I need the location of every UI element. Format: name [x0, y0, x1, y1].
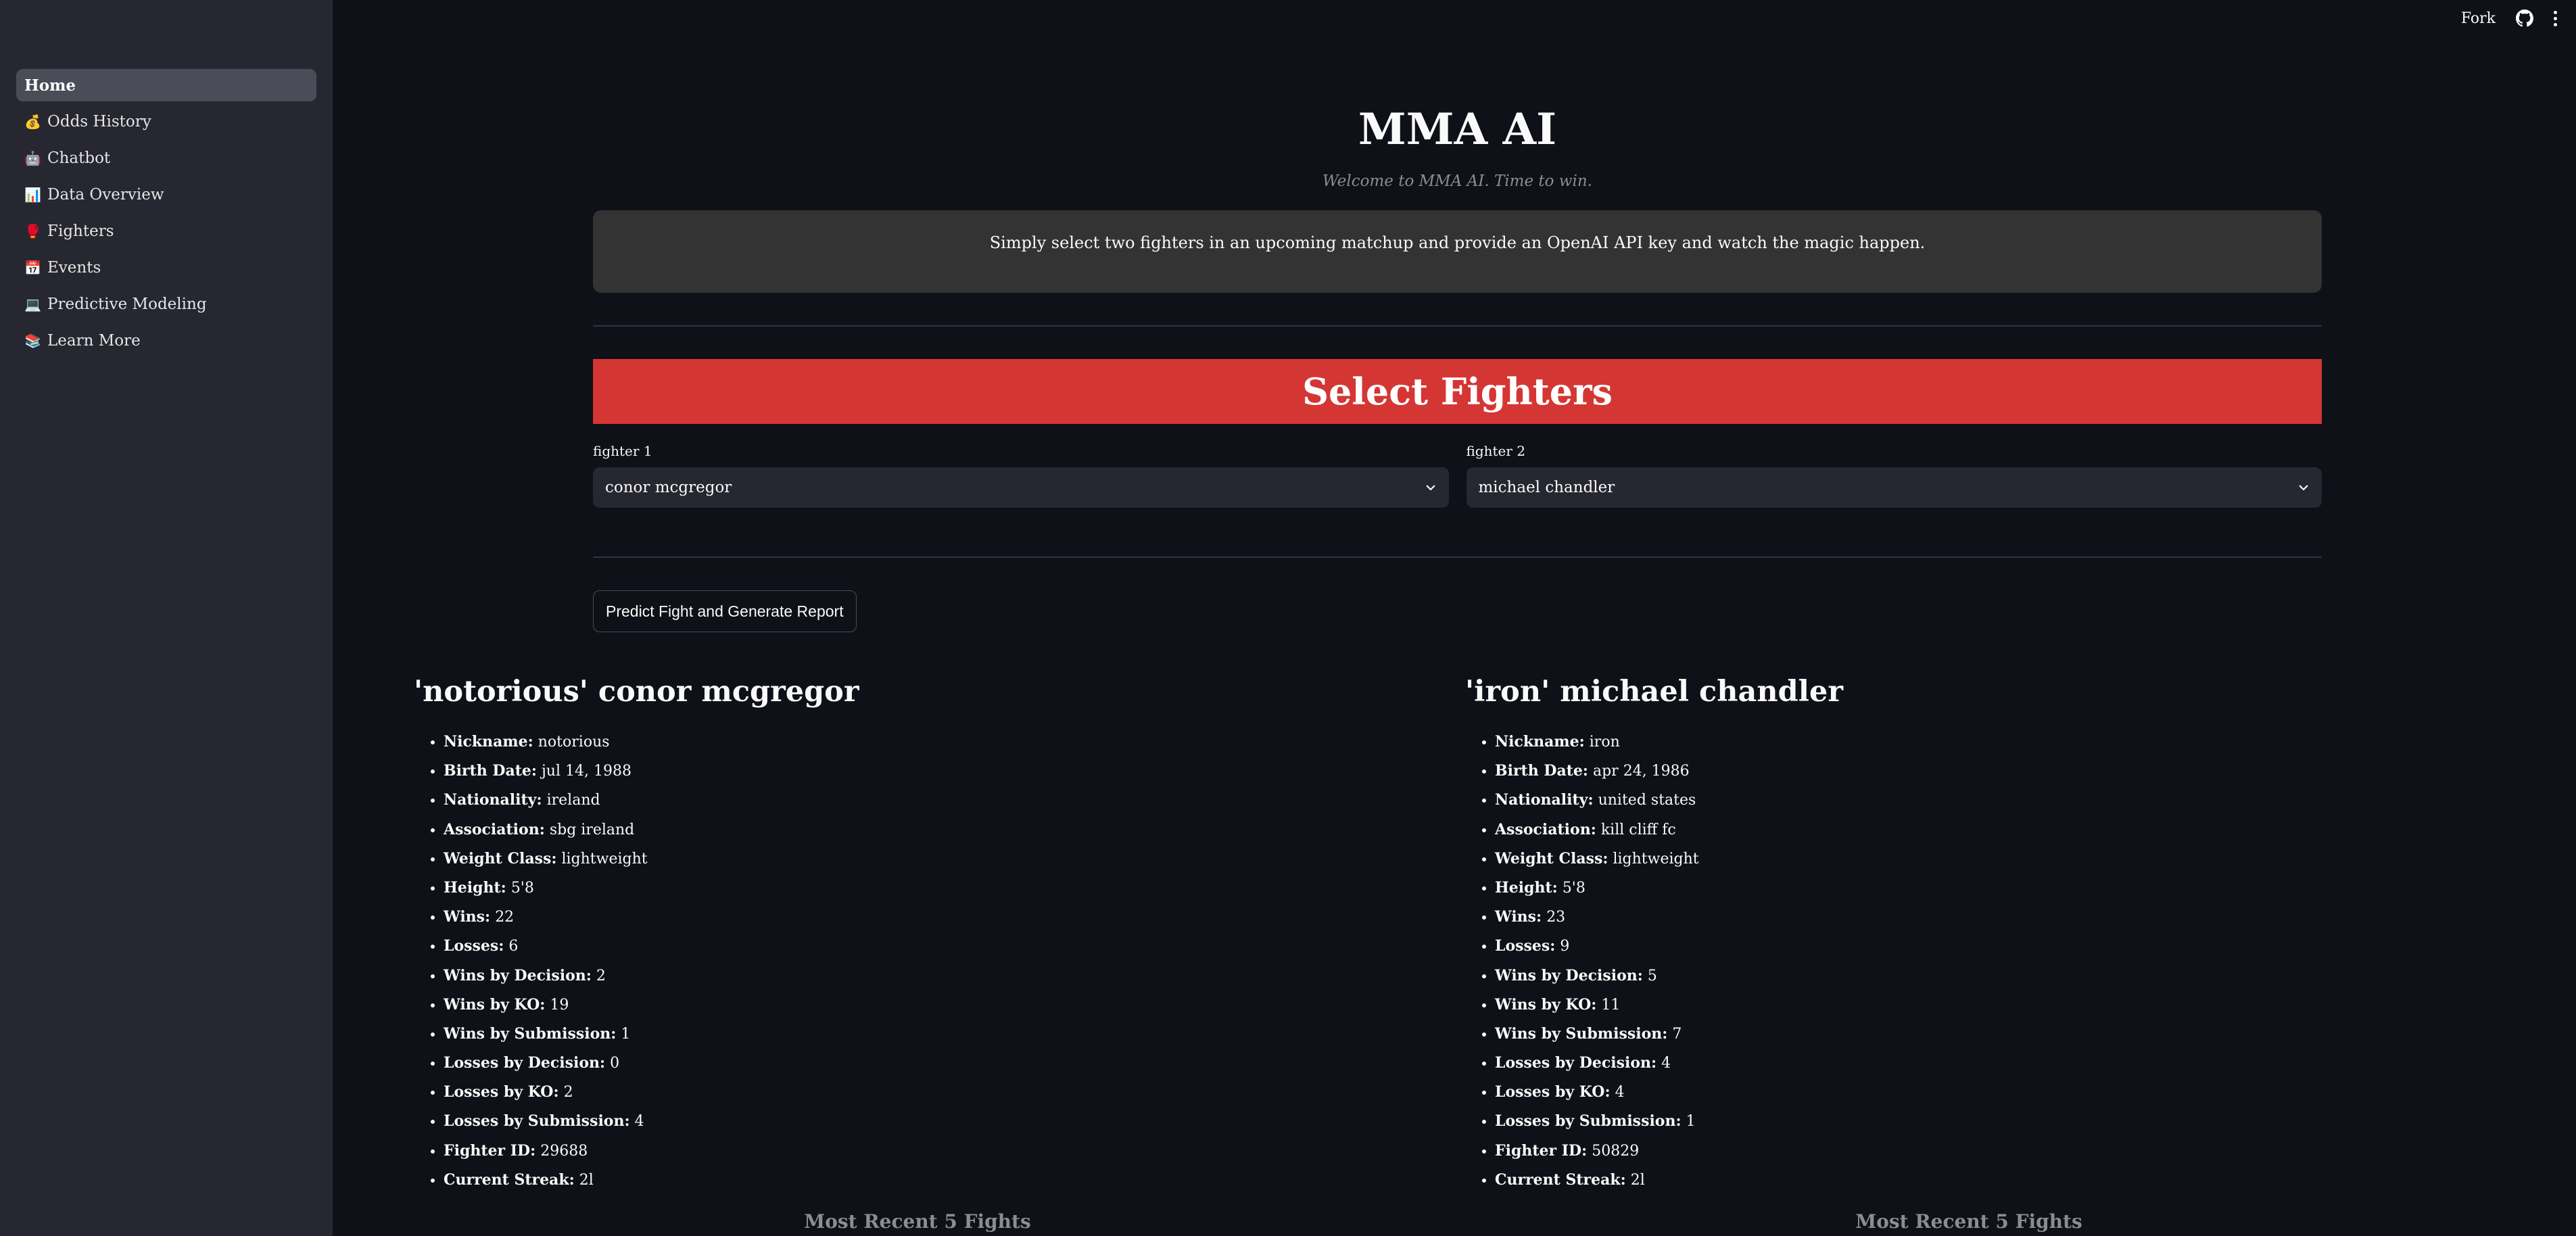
sidebar-item-label: Predictive Modeling: [47, 295, 207, 313]
bar-chart-icon: 📊: [24, 187, 41, 203]
banner-title: Select Fighters: [1302, 370, 1613, 413]
sidebar-item-label: Fighters: [47, 222, 114, 240]
stat-item: Losses: 9: [1495, 932, 2479, 961]
github-icon[interactable]: [2516, 9, 2533, 27]
stat-item: Losses by Decision: 0: [444, 1049, 1428, 1078]
main-content: MMA AI Welcome to MMA AI. Time to win. S…: [593, 0, 2322, 632]
chevron-down-icon: [1426, 485, 1435, 491]
fighter1-stats-list: Nickname: notorious Birth Date: jul 14, …: [414, 728, 1428, 1195]
fighter2-stats-list: Nickname: iron Birth Date: apr 24, 1986 …: [1465, 728, 2479, 1195]
fighter1-select-group: fighter 1 conor mcgregor: [593, 443, 1449, 508]
stat-item: Wins by Submission: 1: [444, 1020, 1428, 1049]
stat-item: Wins by Decision: 2: [444, 961, 1428, 991]
sidebar-item-predictive-modeling[interactable]: 💻 Predictive Modeling: [16, 288, 316, 320]
stat-item: Height: 5'8: [444, 874, 1428, 903]
stat-item: Wins by KO: 11: [1495, 991, 2479, 1020]
select-fighters-banner: Select Fighters: [593, 359, 2322, 424]
sidebar-item-label: Data Overview: [47, 186, 164, 204]
sidebar-item-label: Chatbot: [47, 149, 111, 167]
stat-item: Current Streak: 2l: [444, 1166, 1428, 1195]
top-toolbar: Fork: [2461, 9, 2557, 27]
predict-fight-button[interactable]: Predict Fight and Generate Report: [593, 590, 857, 632]
sidebar-item-label: Home: [24, 76, 76, 95]
fighter-selects: fighter 1 conor mcgregor fighter 2 micha…: [593, 443, 2322, 508]
fork-button[interactable]: Fork: [2461, 10, 2496, 27]
stat-item: Association: kill cliff fc: [1495, 815, 2479, 845]
sidebar-item-label: Learn More: [47, 332, 141, 350]
page-title: MMA AI: [1358, 104, 1557, 155]
sidebar-item-odds-history[interactable]: 💰 Odds History: [16, 105, 316, 138]
stat-item: Wins: 22: [444, 903, 1428, 932]
stat-item: Losses by KO: 2: [444, 1078, 1428, 1107]
stat-item: Weight Class: lightweight: [1495, 845, 2479, 874]
sidebar-item-home[interactable]: Home: [16, 69, 316, 101]
more-menu-icon[interactable]: [2554, 10, 2557, 26]
boxing-glove-icon: 🥊: [24, 223, 41, 239]
stat-item: Nationality: united states: [1495, 786, 2479, 815]
sidebar-item-chatbot[interactable]: 🤖 Chatbot: [16, 142, 316, 174]
money-bag-icon: 💰: [24, 114, 41, 130]
sidebar-item-learn-more[interactable]: 📚 Learn More: [16, 325, 316, 357]
info-text: Simply select two fighters in an upcomin…: [989, 233, 1926, 252]
stat-item: Losses by Decision: 4: [1495, 1049, 2479, 1078]
sidebar-item-label: Odds History: [47, 113, 151, 130]
fighter1-profile: 'notorious' conor mcgregor Nickname: not…: [414, 675, 1428, 1195]
stat-item: Wins by Decision: 5: [1495, 961, 2479, 991]
stat-item: Fighter ID: 29688: [444, 1137, 1428, 1166]
books-icon: 📚: [24, 333, 41, 349]
stat-item: Wins by Submission: 7: [1495, 1020, 2479, 1049]
fighter1-label: fighter 1: [593, 443, 652, 459]
stat-item: Weight Class: lightweight: [444, 845, 1428, 874]
fighter2-select[interactable]: michael chandler: [1466, 467, 2322, 508]
fighter2-heading: 'iron' michael chandler: [1465, 675, 1844, 709]
fighter1-recent-fights-heading: Most Recent 5 Fights: [804, 1210, 1031, 1233]
stat-item: Losses by Submission: 4: [444, 1107, 1428, 1136]
stat-item: Nationality: ireland: [444, 786, 1428, 815]
sidebar: Home 💰 Odds History 🤖 Chatbot 📊 Data Ove…: [0, 0, 333, 1236]
laptop-icon: 💻: [24, 296, 41, 312]
sidebar-item-data-overview[interactable]: 📊 Data Overview: [16, 179, 316, 211]
stat-item: Wins by KO: 19: [444, 991, 1428, 1020]
chevron-down-icon: [2299, 485, 2308, 491]
stat-item: Height: 5'8: [1495, 874, 2479, 903]
fighter2-label: fighter 2: [1466, 443, 1526, 459]
fighter2-recent-fights-heading: Most Recent 5 Fights: [1855, 1210, 2082, 1233]
stat-item: Birth Date: apr 24, 1986: [1495, 757, 2479, 786]
stat-item: Nickname: iron: [1495, 728, 2479, 757]
page-subtitle: Welcome to MMA AI. Time to win.: [1322, 172, 1592, 190]
stat-item: Losses by Submission: 1: [1495, 1107, 2479, 1136]
stat-item: Birth Date: jul 14, 1988: [444, 757, 1428, 786]
stat-item: Current Streak: 2l: [1495, 1166, 2479, 1195]
stat-item: Losses by KO: 4: [1495, 1078, 2479, 1107]
fighter2-profile: 'iron' michael chandler Nickname: iron B…: [1465, 675, 2479, 1195]
fighter2-selected-value: michael chandler: [1478, 479, 1615, 496]
stat-item: Fighter ID: 50829: [1495, 1137, 2479, 1166]
stat-item: Nickname: notorious: [444, 728, 1428, 757]
fighter1-select[interactable]: conor mcgregor: [593, 467, 1449, 508]
sidebar-item-label: Events: [47, 259, 101, 277]
fighter1-heading: 'notorious' conor mcgregor: [414, 675, 859, 709]
sidebar-item-events[interactable]: 📅 Events: [16, 252, 316, 284]
stat-item: Wins: 23: [1495, 903, 2479, 932]
sidebar-nav: Home 💰 Odds History 🤖 Chatbot 📊 Data Ove…: [0, 69, 333, 357]
divider: [593, 325, 2322, 327]
robot-icon: 🤖: [24, 150, 41, 166]
fighter1-selected-value: conor mcgregor: [605, 479, 732, 496]
calendar-icon: 📅: [24, 260, 41, 276]
stat-item: Association: sbg ireland: [444, 815, 1428, 845]
stat-item: Losses: 6: [444, 932, 1428, 961]
divider: [593, 556, 2322, 558]
fighter2-select-group: fighter 2 michael chandler: [1466, 443, 2322, 508]
info-box: Simply select two fighters in an upcomin…: [593, 210, 2322, 293]
sidebar-item-fighters[interactable]: 🥊 Fighters: [16, 215, 316, 247]
